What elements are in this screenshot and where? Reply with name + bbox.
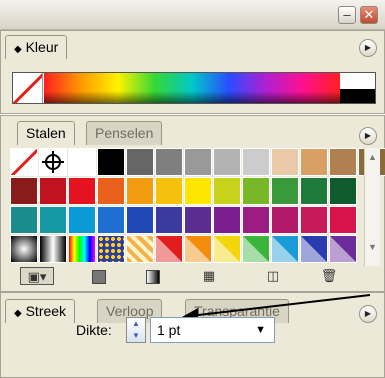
none-color-icon[interactable] bbox=[13, 73, 43, 103]
swatch-pattern-dots[interactable] bbox=[97, 235, 125, 263]
swatch[interactable] bbox=[155, 177, 183, 205]
swatch[interactable] bbox=[271, 206, 299, 234]
show-color-swatches-icon[interactable] bbox=[88, 267, 110, 285]
kleur-tab-row: ◆ Kleur ▶ bbox=[1, 35, 384, 61]
swatch[interactable] bbox=[213, 206, 241, 234]
swatch[interactable] bbox=[242, 206, 270, 234]
collapse-arrows-icon: ◆ bbox=[14, 44, 22, 55]
swatch[interactable] bbox=[184, 177, 212, 205]
white-swatch[interactable] bbox=[340, 73, 375, 89]
collapse-arrows-icon: ◆ bbox=[14, 308, 22, 319]
swatch[interactable] bbox=[300, 235, 328, 263]
stalen-panel-menu-icon[interactable]: ▶ bbox=[359, 127, 377, 145]
swatch[interactable] bbox=[329, 148, 357, 176]
swatch[interactable] bbox=[329, 235, 357, 263]
swatch[interactable] bbox=[329, 177, 357, 205]
swatch[interactable] bbox=[184, 235, 212, 263]
stepper-down-icon[interactable]: ▼ bbox=[127, 330, 145, 342]
swatch[interactable] bbox=[242, 235, 270, 263]
stepper-up-icon[interactable]: ▲ bbox=[127, 318, 145, 330]
color-spectrum-bar[interactable] bbox=[12, 72, 376, 104]
swatch-pattern-tiles[interactable] bbox=[126, 235, 154, 263]
swatch-gradient-linear[interactable] bbox=[39, 235, 67, 263]
window-title-bar: – ✕ bbox=[0, 0, 385, 30]
tab-streek-label: Streek bbox=[25, 303, 67, 319]
scroll-up-icon[interactable]: ▲ bbox=[365, 152, 380, 162]
dikte-value: 1 pt bbox=[157, 322, 181, 338]
minimize-icon[interactable]: – bbox=[338, 6, 356, 24]
stalen-tab-row: Stalen Penselen ▶ bbox=[1, 121, 384, 147]
swatch[interactable] bbox=[184, 206, 212, 234]
swatch-grid bbox=[10, 148, 385, 266]
dikte-label: Dikte: bbox=[76, 322, 112, 338]
swatch[interactable] bbox=[10, 206, 38, 234]
swatch[interactable] bbox=[97, 206, 125, 234]
swatch[interactable] bbox=[97, 148, 125, 176]
swatch[interactable] bbox=[126, 206, 154, 234]
swatch[interactable] bbox=[329, 206, 357, 234]
swatch-kinds-icon[interactable]: ▣▾ bbox=[20, 267, 54, 285]
tab-kleur-label: Kleur bbox=[25, 39, 59, 55]
swatch[interactable] bbox=[213, 148, 241, 176]
swatch[interactable] bbox=[10, 177, 38, 205]
swatch[interactable] bbox=[184, 148, 212, 176]
swatch[interactable] bbox=[271, 177, 299, 205]
swatch-gradient-spectrum[interactable] bbox=[68, 235, 96, 263]
kleur-panel-menu-icon[interactable]: ▶ bbox=[359, 39, 377, 57]
swatch[interactable] bbox=[68, 206, 96, 234]
tab-streek[interactable]: ◆ Streek bbox=[5, 299, 76, 323]
swatch-registration[interactable] bbox=[39, 148, 67, 176]
swatch-gradient-radial[interactable] bbox=[10, 235, 38, 263]
swatch[interactable] bbox=[97, 177, 125, 205]
swatch-none[interactable] bbox=[10, 148, 38, 176]
swatch[interactable] bbox=[68, 177, 96, 205]
show-gradient-swatches-icon[interactable] bbox=[142, 267, 164, 285]
swatch[interactable] bbox=[300, 177, 328, 205]
swatch[interactable] bbox=[242, 177, 270, 205]
swatch[interactable] bbox=[213, 235, 241, 263]
swatch[interactable] bbox=[126, 177, 154, 205]
swatch[interactable] bbox=[155, 206, 183, 234]
swatch[interactable] bbox=[126, 148, 154, 176]
swatch[interactable] bbox=[271, 148, 299, 176]
tab-kleur[interactable]: ◆ Kleur bbox=[5, 35, 68, 59]
swatch[interactable] bbox=[155, 148, 183, 176]
swatch[interactable] bbox=[155, 235, 183, 263]
swatch[interactable] bbox=[242, 148, 270, 176]
swatch[interactable] bbox=[271, 235, 299, 263]
swatch[interactable] bbox=[68, 148, 96, 176]
swatch[interactable] bbox=[300, 206, 328, 234]
tab-stalen[interactable]: Stalen bbox=[17, 121, 75, 145]
chevron-down-icon[interactable]: ▼ bbox=[255, 318, 266, 342]
dikte-stepper[interactable]: ▲ ▼ bbox=[126, 317, 146, 343]
swatch[interactable] bbox=[213, 177, 241, 205]
swatch[interactable] bbox=[39, 177, 67, 205]
swatch-scrollbar[interactable]: ▲ ▼ bbox=[364, 148, 380, 266]
swatch[interactable] bbox=[300, 148, 328, 176]
tab-penselen[interactable]: Penselen bbox=[86, 121, 163, 145]
close-icon[interactable]: ✕ bbox=[360, 6, 378, 24]
swatch[interactable] bbox=[39, 206, 67, 234]
black-swatch[interactable] bbox=[340, 89, 375, 103]
dikte-select[interactable]: 1 pt ▼ bbox=[150, 317, 275, 343]
spectrum-ramp[interactable] bbox=[44, 73, 340, 103]
scroll-down-icon[interactable]: ▼ bbox=[365, 242, 380, 252]
